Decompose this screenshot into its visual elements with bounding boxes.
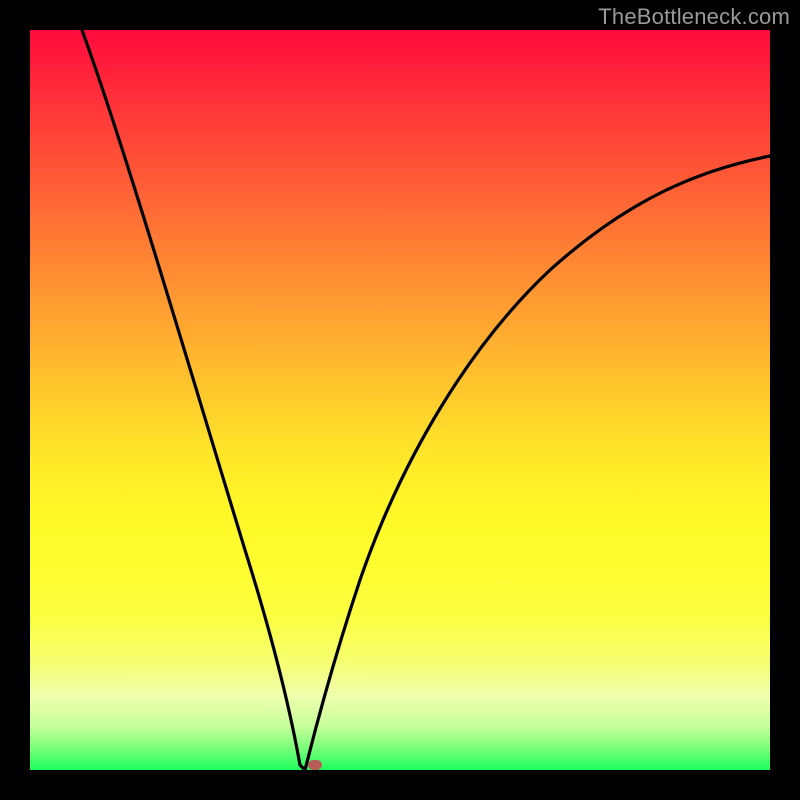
chart-frame: TheBottleneck.com	[0, 0, 800, 800]
watermark-text: TheBottleneck.com	[598, 4, 790, 30]
curve-left-branch	[82, 30, 305, 770]
curve-right-branch	[305, 156, 770, 770]
minimum-marker	[308, 760, 322, 770]
bottleneck-curve	[30, 30, 770, 770]
